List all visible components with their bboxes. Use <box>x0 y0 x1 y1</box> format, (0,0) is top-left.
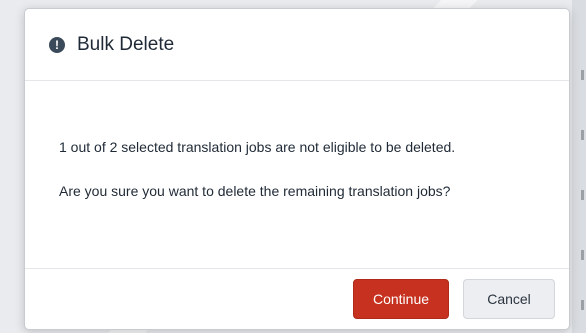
exclamation-circle-icon: ! <box>49 36 65 53</box>
bulk-delete-dialog: ! Bulk Delete 1 out of 2 selected transl… <box>24 8 570 330</box>
dialog-body: 1 out of 2 selected translation jobs are… <box>25 81 569 269</box>
dialog-message-eligibility: 1 out of 2 selected translation jobs are… <box>59 139 456 155</box>
continue-button[interactable]: Continue <box>353 278 449 319</box>
dialog-header: ! Bulk Delete <box>25 9 569 81</box>
dialog-footer: Continue Cancel <box>25 268 569 329</box>
dialog-message-confirm: Are you sure you want to delete the rema… <box>59 183 451 199</box>
background-page-edge <box>572 0 586 333</box>
cancel-button[interactable]: Cancel <box>463 278 555 319</box>
dialog-title: Bulk Delete <box>77 33 175 55</box>
